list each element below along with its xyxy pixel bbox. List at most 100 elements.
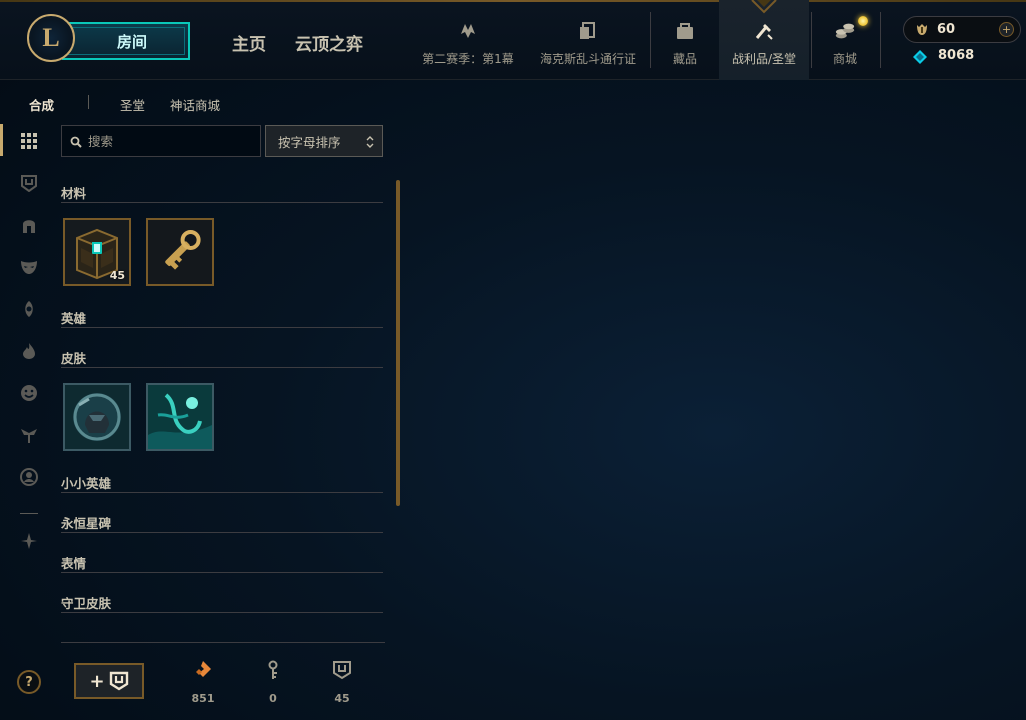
blue-essence-icon [913,50,927,64]
pass-icon [577,20,599,42]
tft-icon [21,533,37,549]
loot-tile-hextech-chest[interactable]: 45 [63,218,131,286]
rail-profile-button[interactable] [18,466,40,488]
key-fragment-counter: 0 [253,660,293,705]
collection-icon [674,20,696,42]
store-notification-icon [858,16,868,26]
nav-store[interactable]: 商城 [818,0,872,80]
buy-rp-button[interactable]: + [999,22,1014,37]
divider [61,532,383,533]
nav-loot-label: 战利品/圣堂 [731,51,797,66]
tab-mythic-shop[interactable]: 神话商城 [170,95,220,114]
sort-dropdown[interactable]: 按字母排序 [265,125,383,157]
section-eternals-title: 永恒星碑 [61,516,112,531]
loot-count: 45 [109,269,125,282]
chest-icon [333,661,351,680]
nav-season-label: 第二赛季：第1幕 [422,51,514,66]
flame-icon [23,343,35,359]
nav-collection-label: 藏品 [672,51,697,66]
divider [880,12,881,68]
chest-counter: 45 [322,660,362,705]
craft-chest-button[interactable]: + [74,663,144,699]
rp-wallet[interactable]: 60 + [903,16,1021,43]
rail-tft-button[interactable] [18,530,40,552]
store-icon [834,20,856,42]
skin-shard-icon [65,385,129,449]
help-button[interactable]: ? [17,670,41,694]
nav-collection[interactable]: 藏品 [658,0,712,80]
sort-dropdown-label: 按字母排序 [278,134,341,150]
section-skins-title: 皮肤 [61,351,87,366]
key-fragment-value: 0 [269,692,277,705]
search-field[interactable] [61,125,261,157]
nav-tft[interactable]: 云顶之弈 [295,30,363,55]
eternals-icon [21,429,37,443]
top-bar: 房间 L 主页 云顶之弈 第二赛季：第1幕 海克斯乱斗通行证 藏品 战利品/圣堂 [0,0,1026,80]
section-ward-skins-title: 守卫皮肤 [61,596,112,611]
nav-pass-label: 海克斯乱斗通行证 [539,51,636,66]
nav-season[interactable]: 第二赛季：第1幕 [415,0,521,80]
chest-icon [21,175,37,192]
season-icon [457,20,479,42]
rail-eternals-button[interactable] [18,424,40,446]
rail-chests-button[interactable] [18,172,40,194]
loot-tile-skin-shard[interactable] [63,383,131,451]
orange-essence-value: 851 [191,692,215,705]
divider [61,572,383,573]
search-icon [70,136,82,148]
rail-summoner-icons-button[interactable] [18,340,40,362]
divider [20,513,38,514]
scrollbar[interactable] [396,180,400,506]
rp-value: 60 [937,22,956,37]
rail-champions-button[interactable] [18,214,40,236]
key-fragment-icon [268,660,278,679]
mask-icon [21,261,37,274]
emote-icon [21,385,37,401]
divider [650,12,651,68]
nav-pass[interactable]: 海克斯乱斗通行证 [535,0,641,80]
play-button-label: 房间 [116,32,147,51]
league-logo-icon[interactable]: L [27,14,75,62]
section-materials-title: 材料 [61,186,87,201]
section-little-legends-title: 小小英雄 [61,476,112,491]
orange-essence-icon [196,661,211,677]
grid-icon [21,133,37,149]
loot-icon [753,20,775,42]
rail-skins-button[interactable] [18,256,40,278]
play-button[interactable]: 房间 [62,22,190,60]
chevron-updown-icon [366,136,374,148]
rp-icon [917,24,927,35]
divider [61,367,383,368]
section-champions-title: 英雄 [61,311,87,326]
loot-tile-skin-shard[interactable] [146,383,214,451]
skin-shard-icon [148,385,212,449]
divider [61,492,383,493]
chest-icon [109,671,128,691]
section-emotes-title: 表情 [61,556,87,571]
divider [61,327,383,328]
chest-count-value: 45 [334,692,350,705]
divider [811,12,812,68]
nav-home[interactable]: 主页 [232,30,266,55]
rail-all-button[interactable] [18,130,40,152]
rail-wards-button[interactable] [18,298,40,320]
divider [61,612,383,613]
rail-active-indicator [0,124,3,156]
rail-emotes-button[interactable] [18,382,40,404]
divider [61,642,385,643]
tab-sanctum[interactable]: 圣堂 [120,95,145,114]
nav-store-label: 商城 [832,51,857,66]
divider [88,95,89,109]
divider [61,202,383,203]
tab-crafting[interactable]: 合成 [29,95,54,114]
key-icon [148,220,212,284]
craft-plus-label: + [89,670,105,692]
blue-essence-value: 8068 [938,48,975,63]
loot-tile-hextech-key[interactable] [146,218,214,286]
active-notch-icon [751,0,777,14]
search-input[interactable] [88,132,256,150]
helmet-icon [23,220,35,233]
ward-icon [25,301,33,317]
profile-icon [20,468,38,486]
orange-essence-counter: 851 [183,660,223,705]
